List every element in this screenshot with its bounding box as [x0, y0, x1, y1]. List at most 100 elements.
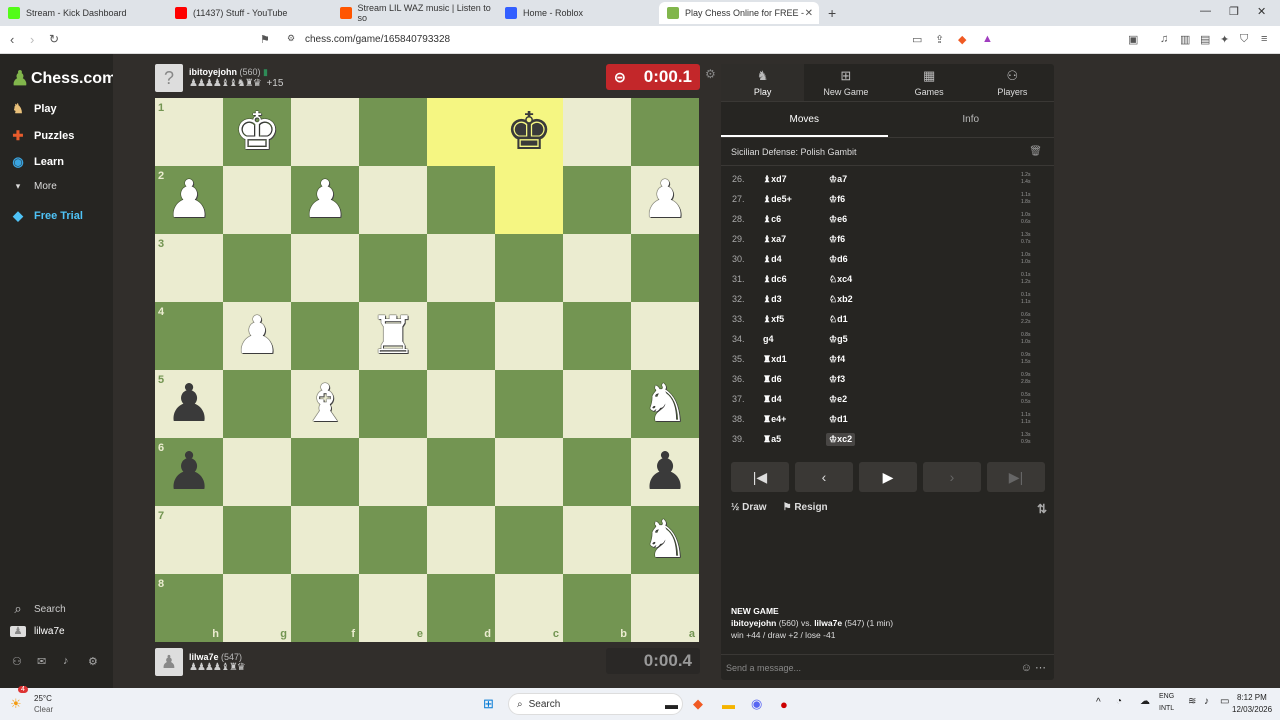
close-tab-icon[interactable]: ✕: [805, 8, 813, 19]
black-move[interactable]: ♔f3: [829, 374, 845, 385]
board-square[interactable]: [427, 506, 495, 574]
brave-shield-icon[interactable]: ◆: [958, 33, 966, 46]
board-square[interactable]: [495, 302, 563, 370]
board-square[interactable]: ♟: [631, 438, 699, 506]
sidebar-user[interactable]: ♟ lilwa7e: [10, 626, 65, 637]
board-square[interactable]: [291, 302, 359, 370]
prev-move-button[interactable]: ‹: [795, 462, 853, 492]
board-square[interactable]: ♟: [631, 166, 699, 234]
board-square[interactable]: [563, 302, 631, 370]
volume-icon[interactable]: ♪: [1204, 696, 1209, 707]
sidebar-item-free-trial[interactable]: ◆ Free Trial: [10, 208, 83, 224]
board-square[interactable]: ♟ 5: [155, 370, 223, 438]
first-move-button[interactable]: |◀: [731, 462, 789, 492]
board-square[interactable]: [427, 438, 495, 506]
black-move[interactable]: ♔e6: [829, 214, 847, 225]
chess-piece[interactable]: ♞: [642, 514, 689, 566]
lang-primary[interactable]: ENG: [1159, 693, 1174, 700]
board-square[interactable]: [223, 234, 291, 302]
board-square[interactable]: a: [631, 574, 699, 642]
board-square[interactable]: 4: [155, 302, 223, 370]
tab-info[interactable]: Info: [888, 102, 1055, 137]
board-square[interactable]: 3: [155, 234, 223, 302]
black-move[interactable]: ♔f6: [829, 194, 845, 205]
black-move[interactable]: ♔e2: [829, 394, 847, 405]
chess-piece[interactable]: ♚: [234, 106, 281, 158]
ai-icon[interactable]: ✦: [1220, 33, 1229, 46]
chess-piece[interactable]: ♟: [166, 446, 213, 498]
board-square[interactable]: [563, 506, 631, 574]
white-move[interactable]: ♜xd1: [763, 354, 787, 365]
flip-board-icon[interactable]: ⇅: [1037, 502, 1047, 516]
chess-piece[interactable]: ♝: [302, 378, 349, 430]
board-square[interactable]: [495, 166, 563, 234]
board-square[interactable]: [291, 234, 359, 302]
white-move[interactable]: ♝d4: [763, 254, 782, 265]
avatar[interactable]: ♟: [155, 648, 183, 676]
friends-icon[interactable]: ⚇: [12, 655, 22, 668]
new-tab-button[interactable]: +: [828, 5, 836, 21]
tab-play[interactable]: ♞ Play: [721, 64, 805, 101]
windows-start-icon[interactable]: ⊞: [483, 694, 494, 714]
board-square[interactable]: ♟: [291, 166, 359, 234]
sidebar-item-learn[interactable]: ◉ Learn: [10, 154, 64, 170]
board-square[interactable]: ♚: [495, 98, 563, 166]
panel-icon[interactable]: ▥: [1180, 33, 1190, 46]
chesscom-logo[interactable]: ♟ Chess.com: [11, 66, 116, 91]
next-move-button[interactable]: ›: [923, 462, 981, 492]
cast-icon[interactable]: ▭: [912, 33, 922, 46]
last-move-button[interactable]: ▶|: [987, 462, 1045, 492]
browser-tab-kick[interactable]: Stream - Kick Dashboard: [0, 2, 165, 24]
bookmark-icon[interactable]: ⚑: [260, 33, 270, 46]
board-square[interactable]: ♟ 2: [155, 166, 223, 234]
file-explorer-icon[interactable]: ▬: [722, 694, 735, 714]
chess-piece[interactable]: ♞: [642, 378, 689, 430]
board-square[interactable]: ♜: [359, 302, 427, 370]
board-square[interactable]: [563, 438, 631, 506]
board-square[interactable]: [563, 166, 631, 234]
white-move[interactable]: ♝xf5: [763, 314, 784, 325]
board-square[interactable]: [631, 234, 699, 302]
tray-chevron-icon[interactable]: ^: [1096, 697, 1101, 708]
black-move[interactable]: ♘xb2: [829, 294, 853, 305]
brave-rewards-icon[interactable]: ▲: [982, 33, 993, 45]
browser-tab-youtube[interactable]: (11437) Stuff - YouTube: [167, 2, 332, 24]
browser-tab-roblox[interactable]: Home - Roblox: [497, 2, 657, 24]
black-move[interactable]: ♘d1: [829, 314, 848, 325]
minimize-button[interactable]: —: [1200, 5, 1211, 17]
board-square[interactable]: [291, 438, 359, 506]
board-square[interactable]: [631, 302, 699, 370]
board-square[interactable]: d: [427, 574, 495, 642]
white-move[interactable]: ♜e4+: [763, 414, 786, 425]
board-square[interactable]: [359, 166, 427, 234]
share-icon[interactable]: ⇪: [935, 33, 944, 46]
board-square[interactable]: ♞: [631, 370, 699, 438]
site-info-icon[interactable]: ⚙: [287, 33, 295, 44]
board-square[interactable]: [359, 506, 427, 574]
board-square[interactable]: [427, 370, 495, 438]
vpn-icon[interactable]: ⛉: [1240, 33, 1248, 46]
board-square[interactable]: ♟: [223, 302, 291, 370]
tab-moves[interactable]: Moves: [721, 102, 888, 137]
maximize-button[interactable]: ❐: [1229, 5, 1239, 18]
board-square[interactable]: [223, 438, 291, 506]
board-square[interactable]: [291, 506, 359, 574]
chess-piece[interactable]: ♟: [166, 378, 213, 430]
white-move[interactable]: ♝dc6: [763, 274, 787, 285]
sidebar-search[interactable]: ⌕ Search: [10, 601, 65, 617]
forward-icon[interactable]: ›: [30, 32, 34, 47]
black-move[interactable]: ♔d1: [829, 414, 848, 425]
emoji-icon[interactable]: ☺ ⋯: [1021, 655, 1046, 681]
board-square[interactable]: [427, 302, 495, 370]
tab-games[interactable]: ▦ Games: [888, 64, 971, 101]
board-square[interactable]: e: [359, 574, 427, 642]
browser-tab-chess[interactable]: Play Chess Online for FREE - ✕: [659, 2, 819, 24]
menu-icon[interactable]: ≡: [1261, 33, 1267, 45]
sidebar-item-play[interactable]: ♞ Play: [10, 101, 56, 117]
board-square[interactable]: [563, 234, 631, 302]
board-square[interactable]: [359, 98, 427, 166]
browser-tab-soundcloud[interactable]: Stream LIL WAZ music | Listen to so: [332, 2, 497, 24]
battery-icon[interactable]: ▭: [1220, 696, 1229, 707]
board-square[interactable]: 1: [155, 98, 223, 166]
white-move[interactable]: ♜d4: [763, 394, 782, 405]
